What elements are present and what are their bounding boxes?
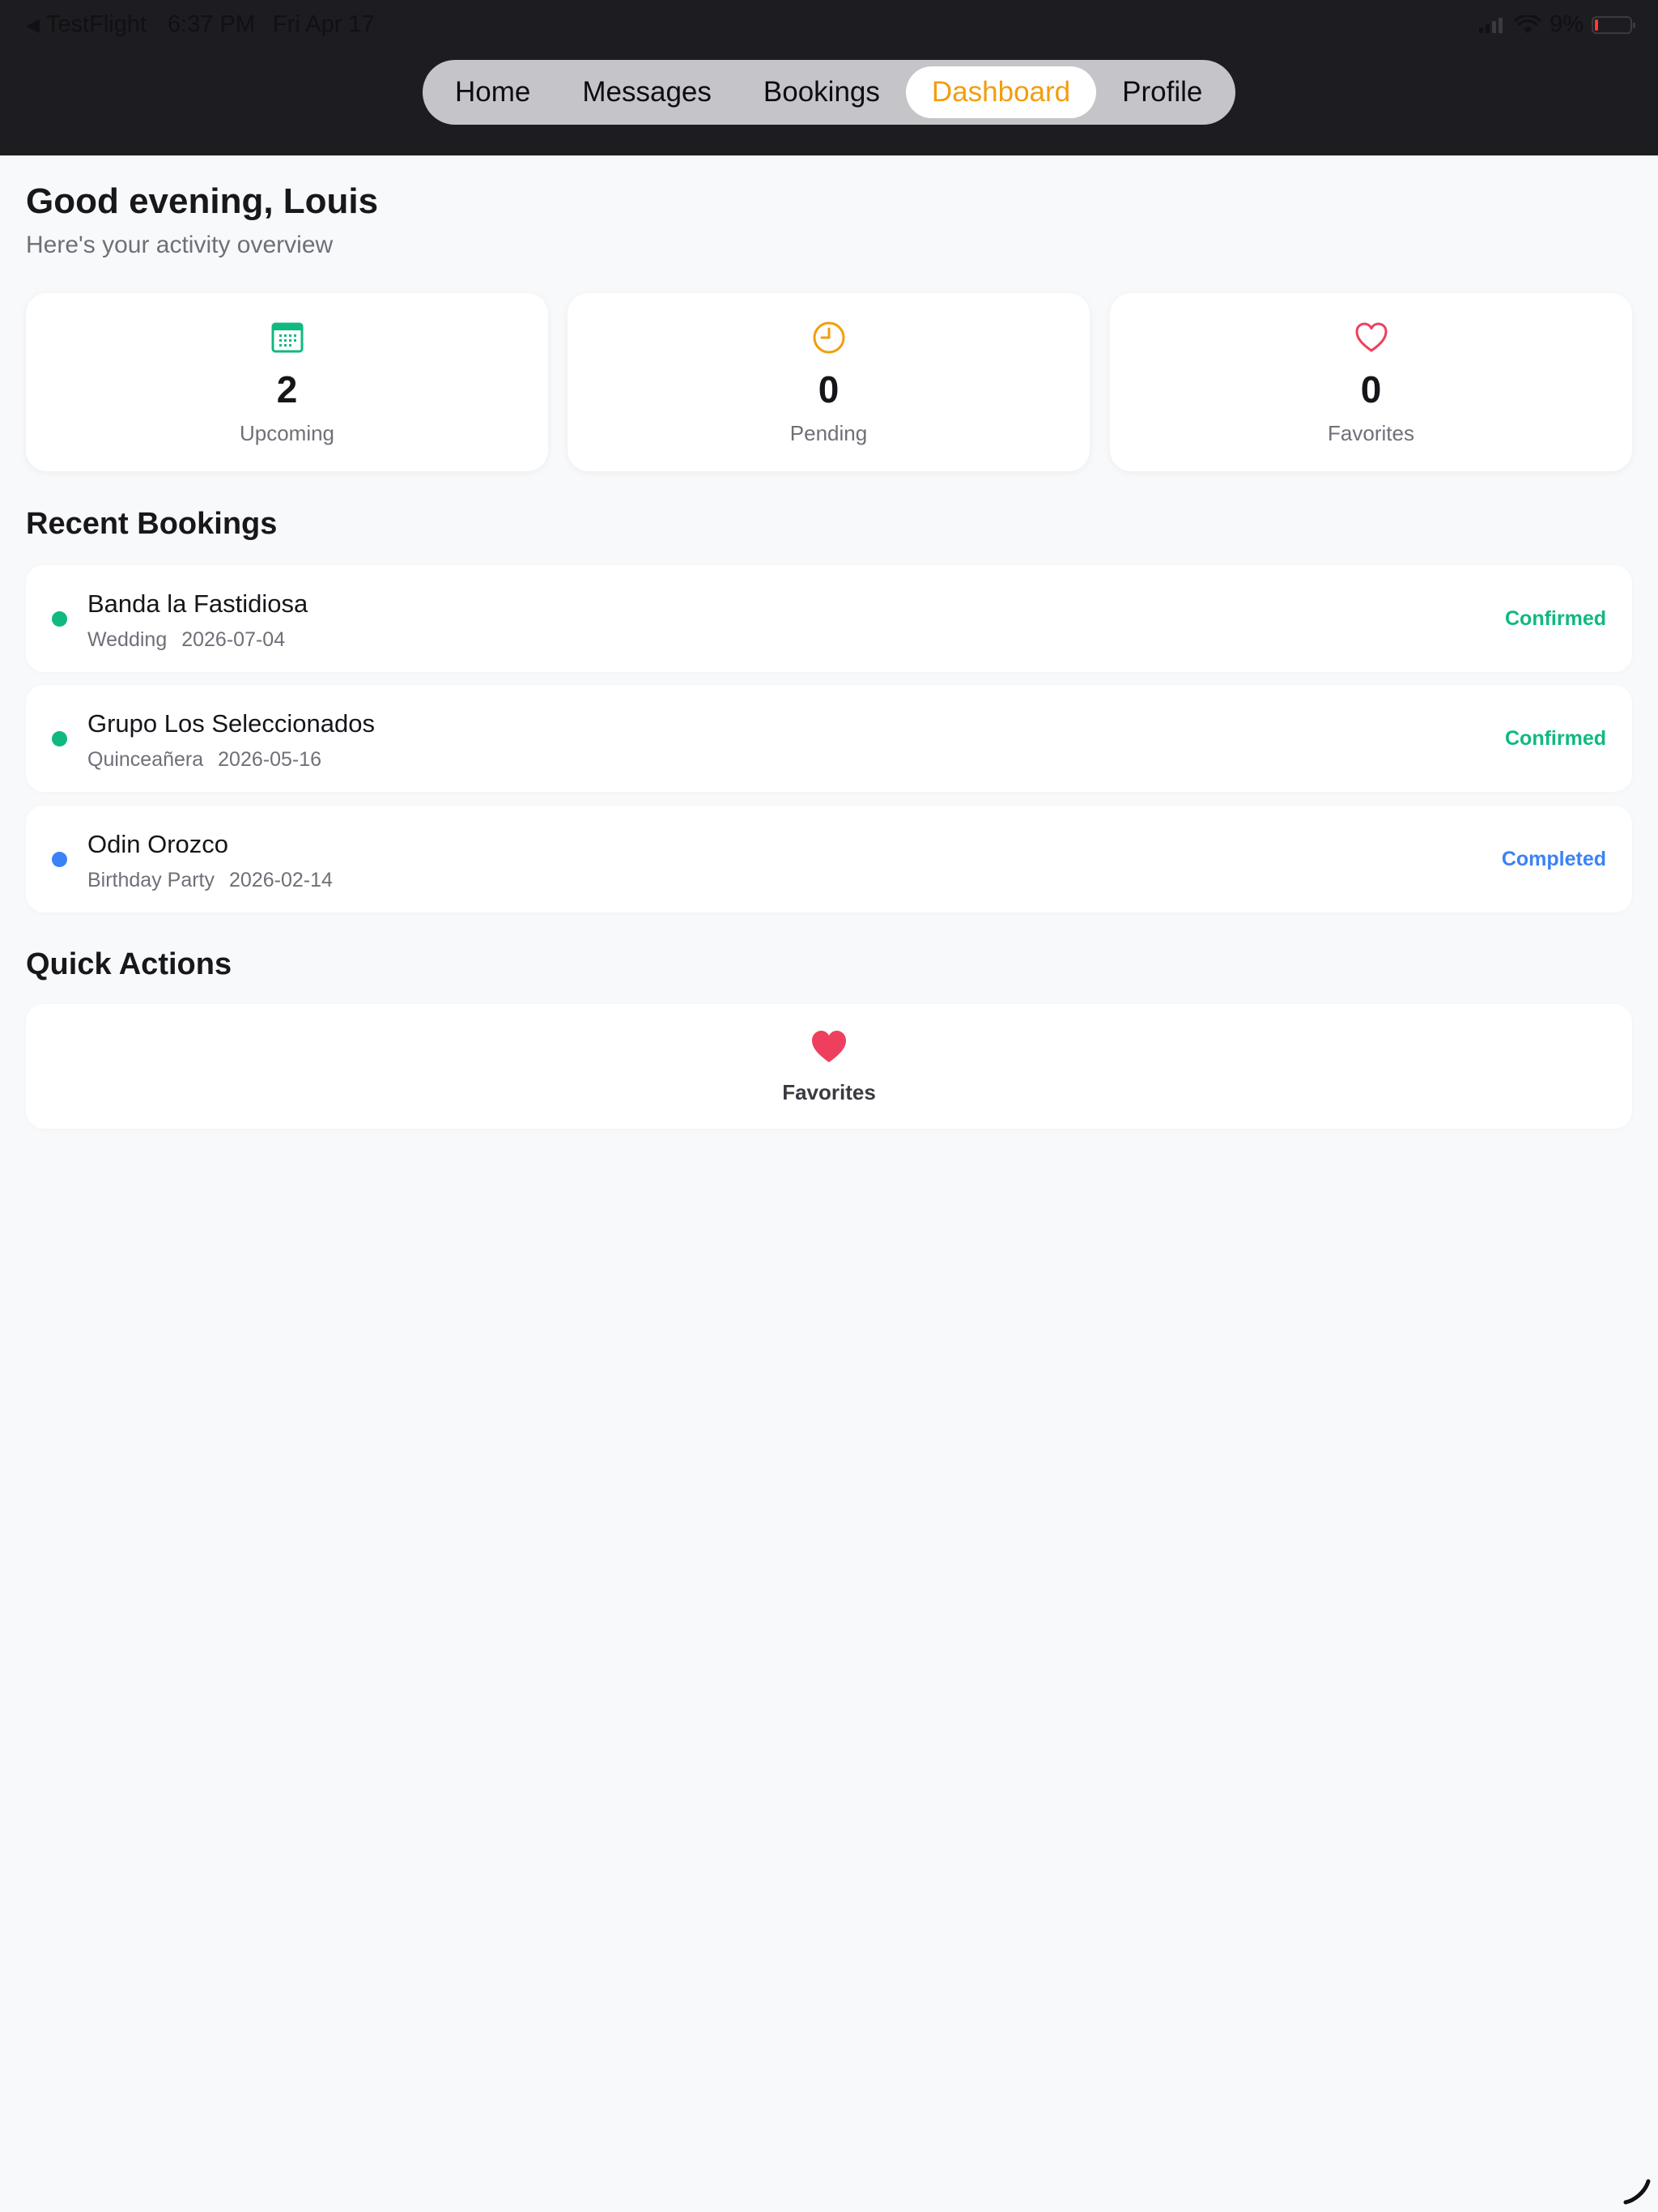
page-subtitle: Here's your activity overview [26,232,334,258]
stat-label-pending: Pending [789,421,868,445]
stat-value-pending: 0 [818,368,840,410]
stat-card-pending[interactable]: 0 Pending [568,293,1090,471]
stat-label-upcoming: Upcoming [239,421,335,445]
top-header: ◀ TestFlight 6:37 PM Fri Apr 17 9% Home … [0,0,1658,155]
booking-row[interactable]: Grupo Los Seleccionados Quinceañera 2026-… [26,685,1632,792]
status-bar-left: ◀ TestFlight 6:37 PM Fri Apr 17 [26,11,375,38]
calendar-icon [271,322,303,353]
tab-messages[interactable]: Messages [556,66,738,118]
back-arrow-icon[interactable]: ◀ [26,15,40,36]
booking-name: Odin Orozco [87,830,229,858]
recent-bookings-title: Recent Bookings [26,507,278,541]
booking-row[interactable]: Odin Orozco Birthday Party 2026-02-14 Com… [26,806,1632,912]
booking-date: 2026-05-16 [218,748,322,771]
booking-name: Grupo Los Seleccionados [87,709,376,738]
stat-card-favorites[interactable]: 0 Favorites [1110,293,1632,471]
booking-status-dot [52,852,67,867]
tab-dashboard[interactable]: Dashboard [905,66,1097,118]
wifi-icon [1514,15,1541,33]
status-time: 6:37 PM [168,11,256,37]
booking-event-type: Birthday Party [87,869,215,891]
quick-action-favorites-button[interactable]: Favorites [26,1004,1632,1129]
status-bar-right: 9% [1479,11,1635,38]
booking-event-type: Wedding [87,628,168,651]
booking-name: Banda la Fastidiosa [87,589,308,618]
quick-action-label: Favorites [782,1080,876,1104]
tab-profile[interactable]: Profile [1096,66,1228,118]
booking-status-dot [52,731,67,747]
battery-percent: 9% [1550,11,1584,37]
stat-label-favorites: Favorites [1328,421,1414,445]
stat-value-upcoming: 2 [276,368,298,410]
status-date: Fri Apr 17 [273,11,375,37]
clock-icon [813,321,844,354]
heart-outline-icon [1355,322,1387,352]
heart-filled-icon [812,1031,846,1062]
booking-status: Confirmed [1505,727,1606,750]
page-title: Good evening, Louis [26,181,379,221]
stat-card-upcoming[interactable]: 2 Upcoming [26,293,548,471]
back-app-label[interactable]: TestFlight [46,11,147,38]
booking-status-dot [52,611,67,627]
booking-row[interactable]: Banda la Fastidiosa Wedding 2026-07-04 Co… [26,565,1632,672]
stat-value-favorites: 0 [1360,368,1382,410]
status-bar: ◀ TestFlight 6:37 PM Fri Apr 17 9% [26,11,1635,40]
booking-meta: Wedding 2026-07-04 [87,628,285,652]
cellular-signal-icon [1479,17,1503,33]
corner-indicator-icon [1623,2179,1651,2205]
booking-meta: Birthday Party 2026-02-14 [87,869,333,892]
booking-status: Completed [1501,848,1606,870]
main-tab-bar: Home Messages Bookings Dashboard Profile [423,60,1235,125]
tab-home[interactable]: Home [429,66,556,118]
stats-row: 2 Upcoming 0 Pending 0 Favorites [26,293,1632,473]
booking-date: 2026-02-14 [229,869,333,891]
booking-date: 2026-07-04 [181,628,286,651]
booking-event-type: Quinceañera [87,748,204,771]
booking-status: Confirmed [1505,607,1606,630]
booking-meta: Quinceañera 2026-05-16 [87,748,321,772]
battery-icon [1592,15,1635,34]
tab-bookings[interactable]: Bookings [738,66,906,118]
quick-actions-title: Quick Actions [26,947,232,981]
